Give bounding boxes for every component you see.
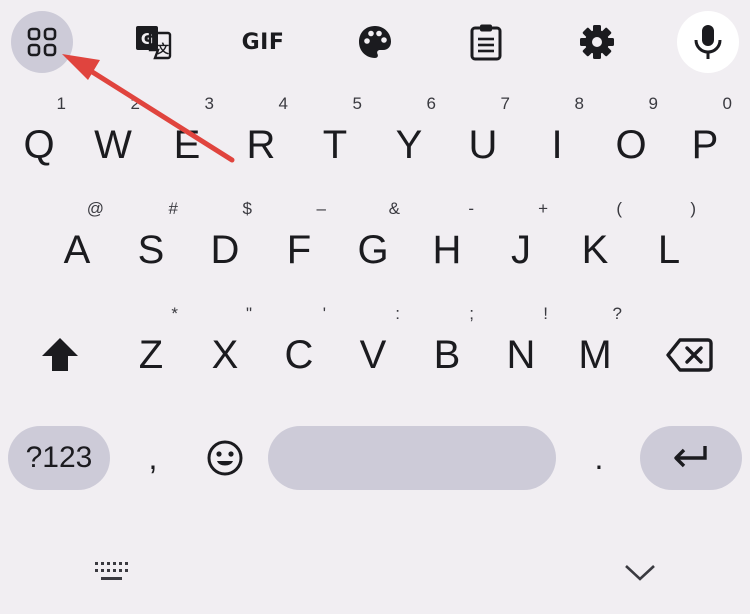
settings-button[interactable] xyxy=(566,11,628,73)
shift-key[interactable] xyxy=(10,305,110,405)
backspace-icon xyxy=(666,338,713,372)
key-x[interactable]: X " xyxy=(190,305,260,405)
voice-input-button[interactable] xyxy=(677,11,739,73)
space-bar[interactable] xyxy=(268,426,556,490)
key-f[interactable]: F – xyxy=(264,200,334,300)
key-k[interactable]: K( xyxy=(560,200,630,300)
emoji-icon xyxy=(207,440,243,476)
chevron-down-icon xyxy=(625,565,655,581)
key-v[interactable]: V: xyxy=(338,305,408,405)
key-b[interactable]: B; xyxy=(412,305,482,405)
clipboard-button[interactable] xyxy=(455,11,517,73)
key-q[interactable]: Q1 xyxy=(4,95,74,195)
mic-icon xyxy=(694,25,722,59)
key-l[interactable]: L) xyxy=(634,200,704,300)
keyboard-icon xyxy=(95,562,128,580)
theme-button[interactable] xyxy=(344,11,406,73)
key-z[interactable]: Z * xyxy=(116,305,186,405)
hide-keyboard-button[interactable] xyxy=(614,552,666,592)
key-i[interactable]: I8 xyxy=(522,95,592,195)
comma-key[interactable]: , xyxy=(120,422,186,494)
key-row-bottom: ?123 , . xyxy=(0,422,750,494)
key-n[interactable]: N! xyxy=(486,305,556,405)
symbols-key[interactable]: ?123 xyxy=(8,426,110,490)
key-y[interactable]: Y6 xyxy=(374,95,444,195)
key-row-3: Z * X " C ' V: B; N! M? xyxy=(0,305,750,405)
key-w[interactable]: W2 xyxy=(78,95,148,195)
key-m[interactable]: M? xyxy=(560,305,630,405)
gif-button[interactable]: GIF xyxy=(232,11,294,73)
key-g[interactable]: G & xyxy=(338,200,408,300)
clipboard-icon xyxy=(470,24,502,61)
gear-icon xyxy=(580,25,614,59)
key-s[interactable]: S # xyxy=(116,200,186,300)
keyboard-toolbar: G 文 GIF xyxy=(0,0,750,84)
enter-key[interactable] xyxy=(640,426,742,490)
key-d[interactable]: D $ xyxy=(190,200,260,300)
translate-button[interactable]: G 文 xyxy=(122,11,184,73)
translate-icon: G 文 xyxy=(136,26,172,60)
key-e[interactable]: E3 xyxy=(152,95,222,195)
enter-icon xyxy=(674,446,707,468)
key-row-1: Q1 W2 E3 R4 T5 Y6 U7 I8 O9 P0 xyxy=(0,95,750,195)
shift-icon xyxy=(42,338,78,371)
period-key[interactable]: . xyxy=(566,422,632,494)
keyboard-switcher-button[interactable] xyxy=(86,552,138,592)
key-r[interactable]: R4 xyxy=(226,95,296,195)
apps-button[interactable] xyxy=(11,11,73,73)
key-a[interactable]: A @ xyxy=(42,200,112,300)
key-u[interactable]: U7 xyxy=(448,95,518,195)
svg-text:文: 文 xyxy=(157,41,170,56)
apps-icon xyxy=(27,27,57,57)
key-c[interactable]: C ' xyxy=(264,305,334,405)
gif-icon: GIF xyxy=(241,29,285,55)
navigation-bar xyxy=(0,540,750,614)
key-p[interactable]: P0 xyxy=(670,95,740,195)
emoji-key[interactable] xyxy=(192,422,258,494)
key-j[interactable]: J + xyxy=(486,200,556,300)
key-h[interactable]: H- xyxy=(412,200,482,300)
key-row-2: A @ S # D $ F – G & H- J + K( L) xyxy=(0,200,750,300)
backspace-key[interactable] xyxy=(640,305,740,405)
key-t[interactable]: T5 xyxy=(300,95,370,195)
palette-icon xyxy=(359,26,391,58)
key-o[interactable]: O9 xyxy=(596,95,666,195)
